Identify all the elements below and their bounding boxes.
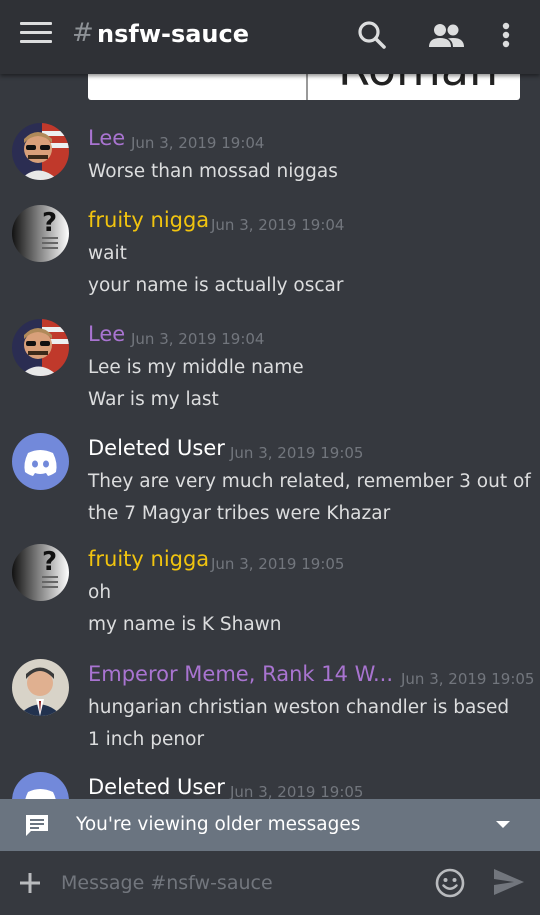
message-author[interactable]: Deleted User: [88, 436, 225, 460]
message-list[interactable]: Roman Lee Jun 3, 2019 19:04 Worse than m…: [0, 74, 540, 799]
user-avatar-lee[interactable]: [12, 123, 69, 180]
message-author[interactable]: Lee: [88, 126, 125, 150]
svg-text:?: ?: [42, 208, 57, 238]
chevron-down-icon[interactable]: [495, 820, 511, 830]
channel-hash-icon: #: [72, 18, 94, 48]
message-author[interactable]: Emperor Meme, Rank 14 W...: [88, 662, 393, 686]
message-text: oh: [88, 582, 112, 603]
message-timestamp: Jun 3, 2019 19:04: [131, 134, 265, 152]
more-options-icon[interactable]: [490, 18, 522, 54]
embed-text: Roman: [338, 74, 498, 96]
message-text: your name is actually oscar: [88, 275, 344, 296]
message-input[interactable]: Message #nsfw-sauce: [61, 872, 273, 894]
message-author[interactable]: Deleted User: [88, 775, 225, 799]
message-embed-image[interactable]: Roman: [88, 74, 520, 100]
jump-to-present-banner[interactable]: You're viewing older messages: [0, 799, 540, 851]
message-text: 1 inch penor: [88, 729, 205, 750]
chat-bubble-icon: [26, 815, 48, 836]
message-timestamp: Jun 3, 2019 19:05: [230, 783, 364, 799]
message-timestamp: Jun 3, 2019 19:05: [230, 444, 364, 462]
members-icon[interactable]: [426, 18, 466, 54]
message-timestamp: Jun 3, 2019 19:05: [211, 555, 345, 573]
send-icon[interactable]: [492, 867, 526, 897]
message-text: Worse than mossad niggas: [88, 161, 338, 182]
discord-default-avatar[interactable]: [12, 433, 69, 490]
message-author[interactable]: Lee: [88, 322, 125, 346]
emoji-icon[interactable]: [434, 867, 466, 899]
user-avatar-fruity[interactable]: ?: [12, 205, 69, 262]
svg-text:?: ?: [42, 547, 57, 577]
message-text: wait: [88, 243, 127, 264]
discord-default-avatar[interactable]: [12, 772, 69, 799]
search-icon[interactable]: [354, 18, 390, 54]
message-timestamp: Jun 3, 2019 19:04: [211, 216, 345, 234]
user-avatar-emperor[interactable]: [12, 659, 69, 716]
older-messages-label: You're viewing older messages: [76, 814, 361, 835]
message-timestamp: Jun 3, 2019 19:04: [131, 330, 265, 348]
user-avatar-fruity[interactable]: ?: [12, 544, 69, 601]
hamburger-menu-icon[interactable]: [20, 22, 52, 52]
message-text: the 7 Magyar tribes were Khazar: [88, 503, 391, 524]
message-text: my name is K Shawn: [88, 614, 282, 635]
message-timestamp: Jun 3, 2019 19:05: [401, 670, 535, 688]
message-text: Lee is my middle name: [88, 357, 304, 378]
channel-title: nsfw-sauce: [97, 20, 250, 48]
message-composer: Message #nsfw-sauce: [0, 851, 540, 915]
message-author[interactable]: fruity nigga: [88, 208, 209, 232]
message-author[interactable]: fruity nigga: [88, 547, 209, 571]
message-text: War is my last: [88, 389, 219, 410]
message-text: They are very much related, remember 3 o…: [88, 471, 531, 492]
channel-header: # nsfw-sauce: [0, 0, 540, 74]
user-avatar-lee[interactable]: [12, 319, 69, 376]
add-attachment-icon[interactable]: [18, 871, 42, 895]
message-text: hungarian christian weston chandler is b…: [88, 697, 510, 718]
